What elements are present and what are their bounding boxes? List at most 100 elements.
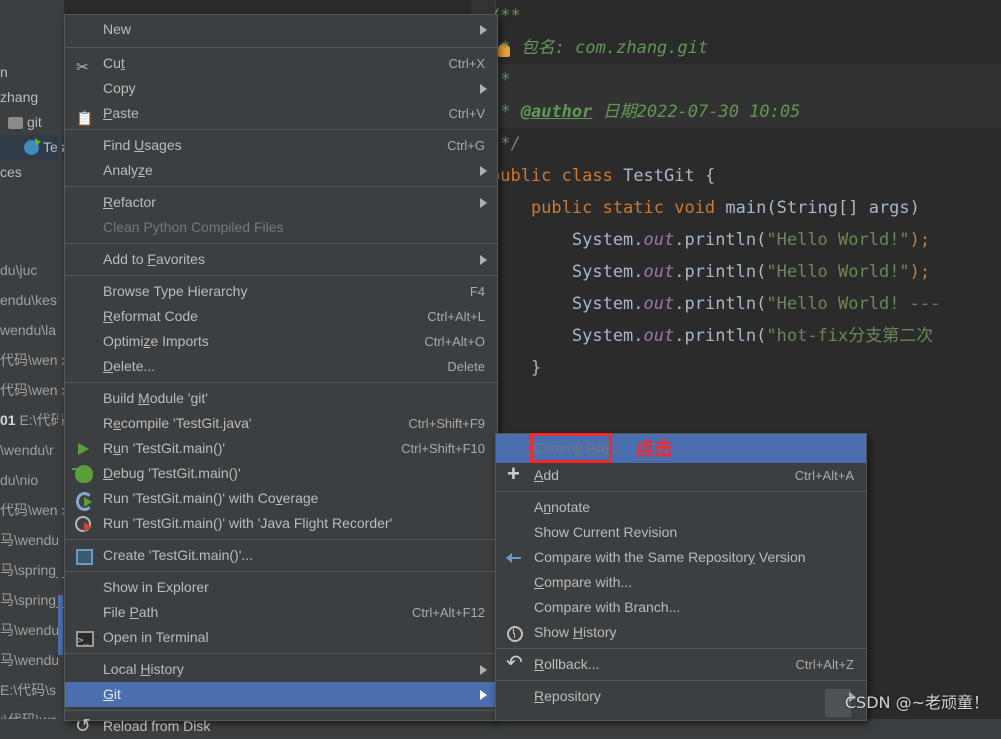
tree-item[interactable]: git	[0, 110, 64, 135]
menu-item-comparesame[interactable]: Compare with the Same Repository Version	[496, 545, 866, 570]
menu-item-add[interactable]: Add Ctrl+Alt+A	[496, 461, 866, 488]
file-path-item[interactable]: 代码\wenc	[0, 375, 64, 405]
scissors-icon	[75, 55, 93, 80]
menu-item-buildmodule[interactable]: Build Module 'git'	[65, 386, 497, 411]
menu-item-create[interactable]: Create 'TestGit.main()'...	[65, 543, 497, 568]
menu-item-new[interactable]: New	[65, 15, 497, 44]
file-path-item[interactable]: \wendu\r	[0, 435, 64, 465]
menu-item-showexplorer[interactable]: Show in Explorer	[65, 575, 497, 600]
menu-item-label: Add to Favorites	[103, 251, 205, 267]
file-path-item[interactable]: 马\wendu	[0, 615, 64, 645]
menu-item-repository[interactable]: Repository	[496, 684, 866, 709]
submenu-arrow-icon	[480, 664, 487, 675]
file-path-item[interactable]: 代码\wenc	[0, 345, 64, 375]
menu-item-comparewith[interactable]: Compare with...	[496, 570, 866, 595]
tree-item[interactable]: Tes	[0, 135, 64, 160]
file-path-text: \wendu\r	[0, 442, 54, 458]
menu-item-label: Run 'TestGit.main()' with 'Java Flight R…	[103, 515, 393, 531]
file-path-item[interactable]: 马\spring_	[0, 585, 64, 615]
menu-item-label: Build Module 'git'	[103, 390, 208, 406]
file-path-list[interactable]: du\juc endu\kes wendu\la 代码\wenc 代码\wenc 01 E…	[0, 255, 64, 719]
menu-item-label: Show History	[534, 624, 617, 640]
menu-item-label: Copy	[103, 80, 136, 96]
menu-item-cut[interactable]: Cut Ctrl+X	[65, 51, 497, 80]
code-text[interactable]: /** * 包名: com.zhang.git * * @author 日期20…	[490, 0, 1001, 430]
menu-item-reload[interactable]: Reload from Disk	[65, 714, 497, 739]
menu-item-label: Clean Python Compiled Files	[103, 219, 284, 235]
file-path-item[interactable]: 马\wendu	[0, 645, 64, 675]
file-path-item[interactable]: du\nio	[0, 465, 64, 495]
submenu-arrow-icon	[480, 254, 487, 265]
coverage-icon	[75, 490, 93, 511]
menu-separator	[65, 653, 497, 654]
file-path-item[interactable]: 01 E:\代码	[0, 405, 64, 435]
menu-item-label: Cut	[103, 55, 125, 71]
menu-item-label: Find Usages	[103, 137, 182, 153]
project-tool-window[interactable]: n zhang git Tes ces du\juc endu\kes wendu\la 代码…	[0, 0, 65, 719]
menu-item-shortcut: Ctrl+Alt+A	[794, 468, 854, 483]
tree-item[interactable]: zhang	[0, 85, 64, 110]
file-path-text: 马\wendu	[0, 622, 60, 638]
menu-separator	[496, 648, 866, 649]
code-line: }	[490, 352, 1001, 384]
menu-item-run[interactable]: Run 'TestGit.main()' Ctrl+Shift+F10	[65, 436, 497, 461]
file-path-item[interactable]: endu\kes	[0, 285, 64, 315]
tree-item[interactable]: ces	[0, 160, 64, 185]
code-token: .println(	[674, 326, 767, 346]
git-submenu[interactable]: Commit File... Add Ctrl+Alt+A Annotate Show …	[495, 433, 867, 721]
menu-item-showrev[interactable]: Show Current Revision	[496, 520, 866, 545]
file-path-item[interactable]: wendu\la	[0, 315, 64, 345]
menu-item-browsetype[interactable]: Browse Type Hierarchy F4	[65, 279, 497, 304]
menu-item-git[interactable]: Git	[65, 682, 497, 707]
tree-item-label: zhang	[0, 89, 39, 105]
file-path-text: 代码\wenc	[0, 352, 64, 368]
menu-item-coverage[interactable]: Run 'TestGit.main()' with Coverage	[65, 486, 497, 511]
menu-item-annotate[interactable]: Annotate	[496, 495, 866, 520]
code-token: );	[909, 230, 931, 250]
code-line: System.out.println("Hello World!");	[490, 256, 1001, 288]
menu-item-debug[interactable]: Debug 'TestGit.main()'	[65, 461, 497, 486]
menu-item-refactor[interactable]: Refactor	[65, 190, 497, 215]
code-line: * @author 日期2022-07-30 10:05	[490, 96, 1001, 128]
menu-item-delete[interactable]: Delete... Delete	[65, 354, 497, 379]
project-tree[interactable]: n zhang git Tes ces	[0, 60, 64, 185]
menu-item-filepath[interactable]: File Path Ctrl+Alt+F12	[65, 600, 497, 625]
file-path-item[interactable]: du\juc	[0, 255, 64, 285]
code-token: .println(	[674, 230, 767, 250]
file-path-item[interactable]: E:\代码\s	[0, 675, 64, 705]
file-path-item[interactable]: 马\wendu	[0, 525, 64, 555]
context-menu[interactable]: New Cut Ctrl+X Copy Paste Ctrl+V Find Usages Ct…	[64, 14, 498, 739]
menu-item-optimize[interactable]: Optimize Imports Ctrl+Alt+O	[65, 329, 497, 354]
menu-item-favorites[interactable]: Add to Favorites	[65, 247, 497, 272]
menu-item-label: Git	[103, 686, 121, 702]
file-path-text: 马\wendu	[0, 532, 60, 548]
tree-item-label: ces	[0, 164, 22, 180]
menu-item-terminal[interactable]: Open in Terminal	[65, 625, 497, 654]
menu-item-recompile[interactable]: Recompile 'TestGit.java' Ctrl+Shift+F9	[65, 411, 497, 436]
file-path-item[interactable]: 马\spring_	[0, 555, 64, 585]
sidebar-scrollbar-thumb[interactable]	[58, 595, 63, 655]
menu-item-jfr[interactable]: Run 'TestGit.main()' with 'Java Flight R…	[65, 511, 497, 536]
clipboard-icon	[75, 105, 93, 131]
menu-item-copy[interactable]: Copy	[65, 76, 497, 101]
tree-item-label: n	[0, 64, 8, 80]
menu-item-label: Analyze	[103, 162, 153, 178]
menu-item-rollback[interactable]: Rollback... Ctrl+Alt+Z	[496, 651, 866, 677]
menu-item-shortcut: Ctrl+V	[448, 106, 485, 121]
file-path-item[interactable]: 代码\wenc	[0, 495, 64, 525]
menu-item-paste[interactable]: Paste Ctrl+V	[65, 101, 497, 131]
menu-item-label: Paste	[103, 105, 139, 121]
file-path-item[interactable]: :\代码\we	[0, 705, 64, 719]
file-path-text: wendu\la	[0, 322, 57, 338]
submenu-arrow-icon	[480, 83, 487, 94]
file-path-text: :\代码\we	[0, 712, 58, 719]
menu-item-reformat[interactable]: Reformat Code Ctrl+Alt+L	[65, 304, 497, 329]
code-token: main	[725, 198, 767, 218]
menu-item-comparebranch[interactable]: Compare with Branch...	[496, 595, 866, 620]
menu-item-label: Debug 'TestGit.main()'	[103, 465, 241, 481]
tree-item[interactable]: n	[0, 60, 64, 85]
menu-item-localhistory[interactable]: Local History	[65, 657, 497, 682]
menu-item-analyze[interactable]: Analyze	[65, 158, 497, 183]
menu-item-showhistory[interactable]: Show History	[496, 620, 866, 645]
menu-item-findusages[interactable]: Find Usages Ctrl+G	[65, 133, 497, 158]
